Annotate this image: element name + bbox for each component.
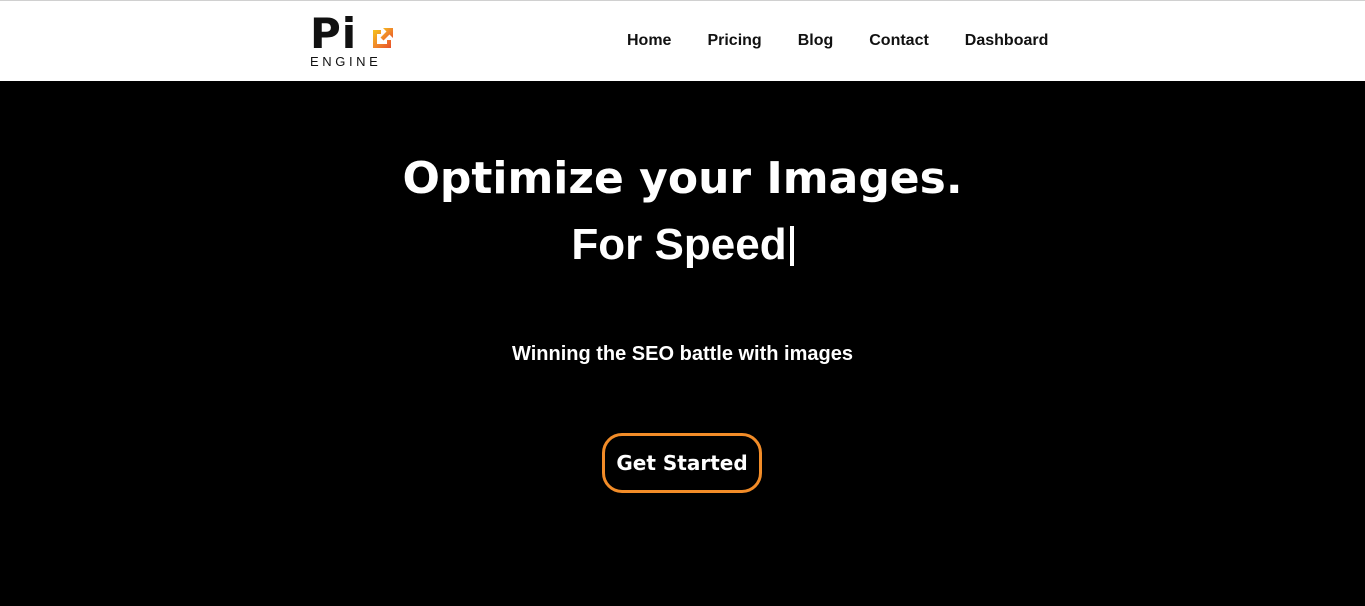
hero-section: Optimize your Images. For Speed Winning … — [0, 81, 1365, 606]
nav-home[interactable]: Home — [609, 24, 689, 58]
get-started-button[interactable]: Get Started — [602, 433, 762, 493]
main-nav: Home Pricing Blog Contact Dashboard — [609, 1, 1066, 81]
nav-pricing[interactable]: Pricing — [689, 24, 779, 58]
site-header: Pi ENGINE Home Pricing Blog Contact Dash… — [0, 1, 1365, 81]
hero-subtitle: Winning the SEO battle with images — [512, 343, 853, 365]
logo-subtitle: ENGINE — [310, 54, 382, 69]
typed-text: For Speed — [571, 220, 787, 269]
hero-typed-line: For Speed — [0, 219, 1365, 271]
logo-wordmark: Pi — [310, 9, 358, 58]
typing-cursor — [789, 226, 794, 266]
nav-dashboard[interactable]: Dashboard — [947, 24, 1067, 58]
nav-blog[interactable]: Blog — [780, 24, 852, 58]
hero-headline: Optimize your Images. — [402, 153, 963, 204]
logo[interactable]: Pi ENGINE — [308, 11, 408, 71]
image-arrow-icon — [373, 28, 393, 48]
nav-contact[interactable]: Contact — [851, 24, 947, 58]
